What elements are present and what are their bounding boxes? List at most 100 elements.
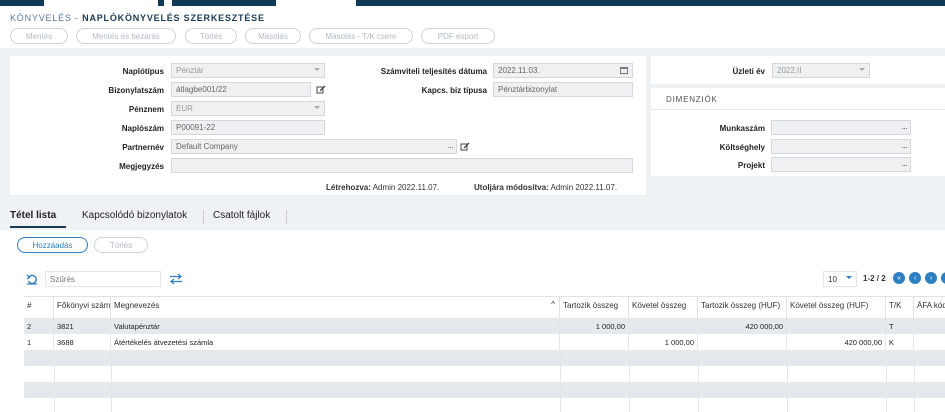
accounting-date-value: 2022.11.03. bbox=[498, 66, 540, 75]
worknum-lookup-button[interactable]: ... bbox=[902, 122, 908, 131]
empty-row bbox=[24, 398, 945, 412]
table-cell bbox=[560, 334, 629, 350]
edit-icon[interactable] bbox=[460, 142, 470, 152]
save-button[interactable]: Mentés bbox=[10, 28, 68, 44]
accounting-date-field[interactable]: 2022.11.03. bbox=[493, 63, 633, 78]
table-cell: 2 bbox=[24, 318, 54, 334]
created-info: Létrehozva: Admin 2022.11.07. bbox=[326, 183, 439, 192]
table-cell: 1 bbox=[24, 334, 54, 350]
table-cell: 1 000,00 bbox=[560, 318, 629, 334]
table-cell: Valutapénztár bbox=[111, 318, 560, 334]
partner-label: Partnernév bbox=[122, 143, 164, 152]
column-header[interactable]: # bbox=[24, 296, 54, 318]
pdf-export-button[interactable]: PDF export bbox=[421, 28, 495, 44]
first-page-icon[interactable]: « bbox=[893, 272, 905, 284]
tab-separator bbox=[203, 210, 204, 224]
table-row[interactable]: 1 3688 Átértékelés átvezetési számla 1 0… bbox=[24, 334, 945, 350]
table-cell bbox=[629, 318, 698, 334]
refresh-icon[interactable] bbox=[26, 273, 38, 285]
column-header[interactable]: T/K bbox=[886, 296, 914, 318]
tab-separator bbox=[286, 210, 287, 224]
chevron-down-icon bbox=[314, 106, 320, 109]
column-divider bbox=[698, 350, 699, 412]
table-cell bbox=[914, 334, 945, 350]
journal-number-field[interactable]: P00091-22 bbox=[171, 120, 325, 135]
currency-select[interactable]: EUR bbox=[171, 101, 325, 116]
save-close-button[interactable]: Mentés és bezárás bbox=[76, 28, 176, 44]
costcenter-lookup-button[interactable]: ... bbox=[902, 141, 908, 150]
breadcrumb[interactable]: KÖNYVELÉS - bbox=[10, 13, 79, 23]
empty-row bbox=[24, 366, 945, 382]
note-field[interactable] bbox=[171, 158, 633, 173]
fiscal-year-label: Üzleti év bbox=[732, 67, 765, 76]
calendar-icon[interactable] bbox=[620, 67, 628, 74]
page-title: KÖNYVELÉS - NAPLÓKÖNYVELÉS SZERKESZTÉSE bbox=[10, 13, 265, 23]
modified-value: Admin 2022.11.07. bbox=[550, 183, 618, 192]
empty-row bbox=[24, 350, 945, 366]
note-label: Megjegyzés bbox=[119, 162, 164, 171]
page-info: 1-2 / 2 bbox=[863, 274, 886, 283]
currency-label: Pénznem bbox=[128, 105, 164, 114]
delete-row-button[interactable]: Törlés bbox=[94, 237, 148, 253]
copy-button[interactable]: Másolás bbox=[245, 28, 301, 44]
table-cell: 420 000,00 bbox=[787, 334, 886, 350]
column-header[interactable]: Követel összeg (HUF) bbox=[787, 296, 886, 318]
table-cell: T bbox=[886, 318, 914, 334]
prev-page-icon[interactable]: ‹ bbox=[909, 272, 921, 284]
fiscal-year-value: 2022.II bbox=[777, 66, 802, 75]
project-field[interactable]: ... bbox=[771, 157, 911, 172]
column-divider bbox=[111, 350, 112, 412]
add-button[interactable]: Hozzáadás bbox=[17, 237, 88, 253]
journal-type-label: Naplótípus bbox=[122, 67, 164, 76]
column-divider bbox=[914, 350, 915, 412]
fiscal-year-select[interactable]: 2022.II bbox=[772, 63, 870, 78]
table-cell bbox=[787, 318, 886, 334]
table-cell: Átértékelés átvezetési számla bbox=[111, 334, 560, 350]
column-divider bbox=[629, 350, 630, 412]
related-doc-type-label: Kapcs. biz típusa bbox=[421, 86, 487, 95]
divider bbox=[651, 109, 945, 110]
currency-value: EUR bbox=[176, 104, 193, 113]
column-header-label: Megnevezés bbox=[114, 301, 160, 310]
worknum-label: Munkaszám bbox=[719, 124, 765, 133]
journal-number-label: Naplószám bbox=[121, 124, 164, 133]
chevron-down-icon bbox=[314, 68, 320, 71]
table-cell: 3821 bbox=[54, 318, 111, 334]
partner-field[interactable]: Default Company ... bbox=[171, 139, 457, 154]
table-row[interactable]: 2 3821 Valutapénztár 1 000,00 420 000,00… bbox=[24, 318, 945, 334]
project-lookup-button[interactable]: ... bbox=[902, 159, 908, 168]
tab-attachments[interactable]: Csatolt fájlok bbox=[213, 210, 270, 221]
partner-lookup-button[interactable]: ... bbox=[448, 141, 454, 150]
column-header[interactable]: Tartozik összeg bbox=[560, 296, 629, 318]
related-doc-type-field[interactable]: Pénztárbizonylat bbox=[493, 82, 633, 97]
column-header[interactable]: Megnevezés ^ bbox=[111, 296, 560, 318]
sort-asc-icon[interactable]: ^ bbox=[551, 300, 555, 309]
journal-type-select[interactable]: Pénztár bbox=[171, 63, 325, 78]
table-cell: 1 000,00 bbox=[629, 334, 698, 350]
swap-icon[interactable] bbox=[169, 273, 183, 285]
column-header[interactable]: ÁFA kód bbox=[914, 296, 945, 318]
journal-type-value: Pénztár bbox=[176, 66, 204, 75]
page-size-value: 10 bbox=[828, 275, 837, 284]
active-tab-underline bbox=[10, 226, 66, 228]
created-value: Admin 2022.11.07. bbox=[372, 183, 440, 192]
tab-item-list[interactable]: Tétel lista bbox=[10, 210, 56, 221]
modified-info: Utoljára módosítva: Admin 2022.11.07. bbox=[474, 183, 617, 192]
edit-icon[interactable] bbox=[316, 85, 326, 95]
page-size-select[interactable]: 10 bbox=[823, 271, 857, 287]
column-header[interactable]: Követel összeg bbox=[629, 296, 698, 318]
column-header[interactable]: Tartozik összeg (HUF) bbox=[698, 296, 787, 318]
chevron-down-icon bbox=[846, 276, 852, 279]
copy-swap-button[interactable]: Másolás - T/K csere bbox=[309, 28, 413, 44]
column-header[interactable]: Főkönyvi szám bbox=[54, 296, 111, 318]
delete-button[interactable]: Törlés bbox=[185, 28, 237, 44]
tab-related-docs[interactable]: Kapcsolódó bizonylatok bbox=[82, 210, 187, 221]
accounting-date-label: Számviteli teljesítés dátuma bbox=[380, 67, 487, 76]
worknum-field[interactable]: ... bbox=[771, 120, 911, 135]
costcenter-field[interactable]: ... bbox=[771, 139, 911, 154]
table-cell bbox=[698, 334, 787, 350]
empty-row bbox=[24, 382, 945, 398]
next-page-icon[interactable]: › bbox=[925, 272, 937, 284]
doc-number-field[interactable]: átlagbe001/22 bbox=[171, 82, 311, 97]
filter-input[interactable] bbox=[45, 271, 161, 287]
